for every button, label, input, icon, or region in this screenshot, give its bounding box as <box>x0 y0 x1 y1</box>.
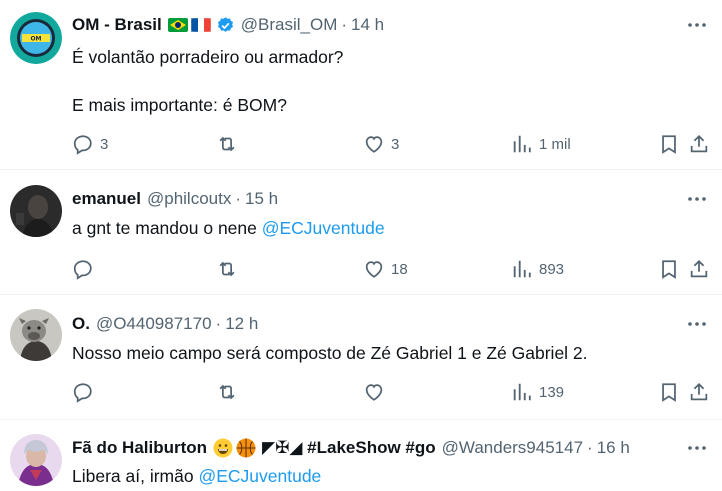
view-count: 1 mil <box>539 135 571 153</box>
verified-badge-icon <box>216 16 235 35</box>
action-bar: 18 893 <box>72 257 712 281</box>
bookmark-button[interactable] <box>658 380 680 404</box>
retweet-icon <box>219 136 235 152</box>
author-name-extra[interactable]: ◤✠◢ #LakeShow #go <box>262 438 436 458</box>
timestamp[interactable]: 14 h <box>351 15 384 35</box>
share-button[interactable] <box>688 380 710 404</box>
retweet-icon <box>219 261 235 277</box>
like-button[interactable]: 18 <box>363 257 408 281</box>
reply-icon <box>73 383 92 403</box>
tweet-text-line-2: E mais importante: é BOM? <box>72 95 287 115</box>
author-handle[interactable]: @O440987170 <box>96 314 212 334</box>
superhero-avatar-icon <box>10 434 62 486</box>
action-bar: 139 <box>72 380 712 404</box>
views-button[interactable]: 1 mil <box>511 132 571 156</box>
timestamp[interactable]: 15 h <box>245 189 278 209</box>
separator: · <box>341 15 348 34</box>
retweet-button[interactable] <box>216 132 244 156</box>
reply-icon <box>73 135 92 155</box>
like-button[interactable]: 3 <box>363 132 399 156</box>
author-handle[interactable]: @philcoutx <box>147 189 231 209</box>
views-icon <box>513 383 531 401</box>
timestamp[interactable]: 16 h <box>597 438 630 458</box>
emoji-group <box>213 438 256 458</box>
tweet-header: emanuel @philcoutx · 15 h <box>72 188 278 210</box>
heart-icon <box>365 136 383 153</box>
views-button[interactable]: 139 <box>511 380 564 404</box>
share-button[interactable] <box>688 132 710 156</box>
bookmark-button[interactable] <box>658 132 680 156</box>
author-name[interactable]: Fã do Haliburton <box>72 438 207 458</box>
author-name[interactable]: O. <box>72 314 90 334</box>
avatar[interactable]: OM <box>10 12 62 64</box>
reply-tweet-emanuel[interactable]: emanuel @philcoutx · 15 h a gnt te mando… <box>0 170 722 295</box>
user-photo-icon <box>10 185 62 237</box>
bookmark-icon <box>662 135 676 154</box>
mention-link[interactable]: @ECJuventude <box>198 466 321 486</box>
reply-icon <box>73 260 92 280</box>
more-options-icon[interactable] <box>686 315 708 333</box>
reply-tweet-fa-do-haliburton[interactable]: Fã do Haliburton ◤✠◢ #LakeShow #go @Wand… <box>0 420 722 491</box>
more-options-icon[interactable] <box>686 16 708 34</box>
tweet-text: a gnt te mandou o nene @ECJuventude <box>72 216 385 240</box>
view-count: 139 <box>539 383 565 401</box>
flags <box>167 18 211 32</box>
tweet-text: Libera aí, irmão @ECJuventude <box>72 464 321 488</box>
separator: · <box>215 314 222 333</box>
france-flag-icon <box>190 18 211 32</box>
more-options-icon[interactable] <box>686 190 708 208</box>
tweet-header: OM - Brasil @Brasil_OM · 14 h <box>72 14 384 36</box>
timestamp[interactable]: 12 h <box>225 314 258 334</box>
share-icon <box>690 382 708 401</box>
heart-icon <box>365 261 383 278</box>
svg-text:OM: OM <box>30 36 41 43</box>
brazil-flag-icon <box>167 18 188 32</box>
share-icon <box>690 259 708 278</box>
grinning-face-icon <box>213 438 233 458</box>
tweet-text-line-1: É volantão porradeiro ou armador? <box>72 47 344 67</box>
tweet-body: a gnt te mandou o nene <box>72 218 262 238</box>
view-count: 893 <box>539 260 565 278</box>
avatar[interactable] <box>10 185 62 237</box>
views-icon <box>513 260 531 278</box>
reply-button[interactable] <box>72 257 100 281</box>
like-count: 18 <box>391 260 408 278</box>
reply-tweet-o[interactable]: O. @O440987170 · 12 h Nosso meio campo s… <box>0 295 722 420</box>
share-icon <box>690 134 708 153</box>
bookmark-icon <box>662 383 676 402</box>
avatar[interactable] <box>10 309 62 361</box>
tweet-header: Fã do Haliburton ◤✠◢ #LakeShow #go @Wand… <box>72 437 630 459</box>
reply-button[interactable] <box>72 380 100 404</box>
separator: · <box>235 189 242 208</box>
mention-link[interactable]: @ECJuventude <box>262 218 385 238</box>
dog-photo-icon <box>10 309 62 361</box>
retweet-button[interactable] <box>216 257 244 281</box>
avatar[interactable] <box>10 434 62 486</box>
reply-count: 3 <box>100 135 109 153</box>
separator: · <box>587 438 593 457</box>
heart-icon <box>365 384 383 401</box>
bookmark-button[interactable] <box>658 257 680 281</box>
author-handle[interactable]: @Brasil_OM <box>241 15 338 35</box>
tweet-text: Nosso meio campo será composto de Zé Gab… <box>72 343 588 363</box>
views-icon <box>513 135 531 153</box>
author-name[interactable]: OM - Brasil <box>72 15 162 35</box>
views-button[interactable]: 893 <box>511 257 564 281</box>
reply-button[interactable]: 3 <box>72 132 108 156</box>
action-bar: 3 3 1 mil <box>72 132 712 156</box>
tweet-body: Libera aí, irmão <box>72 466 199 486</box>
tweet-om-brasil[interactable]: OM OM - Brasil @Brasil_OM · 14 h É volan… <box>0 0 722 170</box>
tweet-header: O. @O440987170 · 12 h <box>72 313 258 335</box>
retweet-icon <box>219 384 235 400</box>
retweet-button[interactable] <box>216 380 244 404</box>
bookmark-icon <box>662 260 676 279</box>
more-options-icon[interactable] <box>686 439 708 457</box>
basketball-icon <box>236 438 256 458</box>
author-handle[interactable]: @Wanders945147 <box>442 438 583 458</box>
like-count: 3 <box>391 135 400 153</box>
author-name[interactable]: emanuel <box>72 189 141 209</box>
om-brasil-logo-icon: OM <box>10 12 62 64</box>
share-button[interactable] <box>688 257 710 281</box>
like-button[interactable] <box>363 380 391 404</box>
